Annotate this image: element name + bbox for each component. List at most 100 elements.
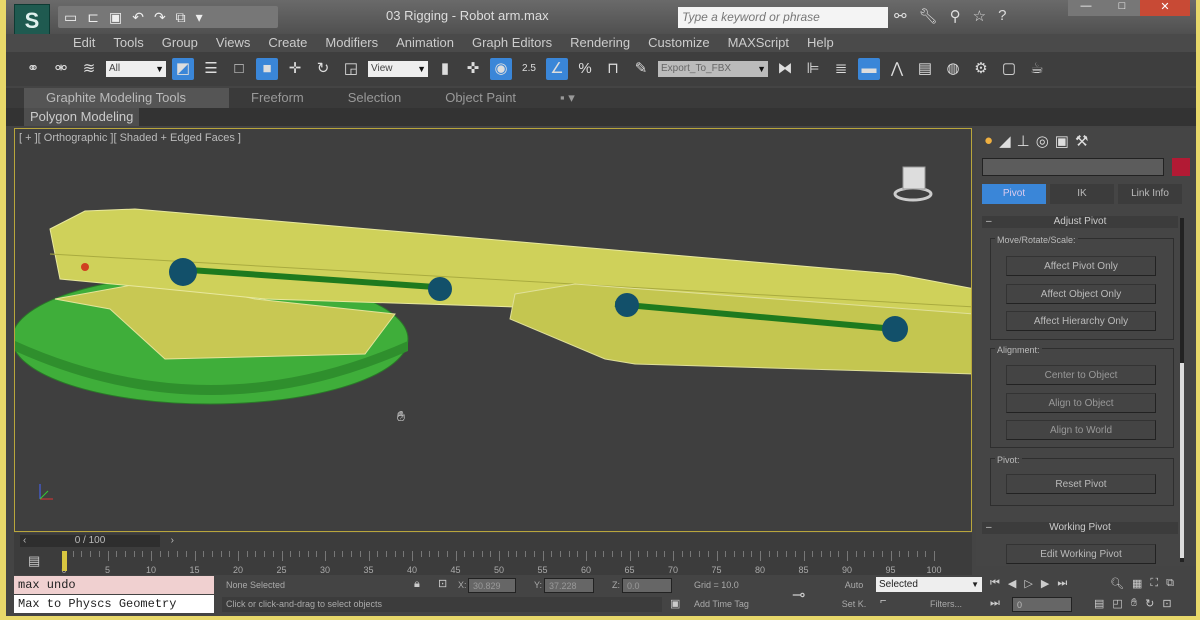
object-name-field[interactable] [982,158,1164,176]
snaps-toggle-icon[interactable]: 2.5 [518,58,540,80]
search-input[interactable]: Type a keyword or phrase [678,7,888,28]
next-key-icon[interactable]: ▶ [1041,577,1049,590]
time-configuration-icon[interactable]: ▤ [1094,597,1104,610]
maximize-viewport-icon[interactable]: ⊡ [1162,597,1171,610]
maxscript-listener-line[interactable]: max undo [14,576,214,594]
menu-group[interactable]: Group [153,34,207,52]
hierarchy-tab-icon[interactable]: ⊥ [1017,132,1030,150]
material-editor-icon[interactable]: ◍ [942,58,964,80]
customize-dropdown-icon[interactable]: ▾ [196,9,203,26]
menu-modifiers[interactable]: Modifiers [316,34,387,52]
time-slider-marker[interactable] [62,551,67,571]
utilities-tab-icon[interactable]: ⚒ [1075,132,1088,150]
z-coordinate-field[interactable]: 0.0 [622,578,672,593]
angle-snap-icon[interactable]: ∠ [546,58,568,80]
default-tangents-icon[interactable]: ⌐ [880,595,886,607]
center-to-object-button[interactable]: Center to Object [1006,365,1156,385]
timeline-ruler[interactable]: 0510152025303540455055606570758085909510… [61,551,944,575]
display-tab-icon[interactable]: ▣ [1055,132,1069,150]
help-icon[interactable]: ? [998,7,1006,25]
align-to-object-button[interactable]: Align to Object [1006,393,1156,413]
polygon-modeling-panel[interactable]: Polygon Modeling [24,108,140,126]
key-mode-toggle-icon[interactable]: ⏭ [990,597,1000,610]
project-folder-icon[interactable]: ⧉ [176,9,186,26]
key-filter-dropdown[interactable]: Selected [876,577,982,592]
render-teapot-icon[interactable]: ☕︎ [1026,58,1048,80]
menu-maxscript[interactable]: MAXScript [719,34,798,52]
link-info-subtab[interactable]: Link Info [1118,184,1182,204]
menu-tools[interactable]: Tools [104,34,152,52]
ribbon-options-icon[interactable]: ▪ ▾ [538,88,597,108]
zoom-icon[interactable]: 🔍︎ [1110,577,1124,590]
object-color-swatch[interactable] [1172,158,1190,176]
align-icon[interactable]: ⊫ [802,58,824,80]
menu-rendering[interactable]: Rendering [561,34,639,52]
rotate-icon[interactable]: ↻ [312,58,334,80]
open-file-icon[interactable]: ⊏ [87,9,99,26]
align-to-world-button[interactable]: Align to World [1006,420,1156,440]
current-frame-field[interactable]: 0 [1012,597,1072,612]
ik-subtab[interactable]: IK [1050,184,1114,204]
bind-space-warp-icon[interactable]: ≋ [78,58,100,80]
save-icon[interactable]: ▣ [109,9,122,26]
play-icon[interactable]: ▷ [1024,577,1032,590]
spinner-snap-icon[interactable]: ⊓ [602,58,624,80]
affect-pivot-only-button[interactable]: Affect Pivot Only [1006,256,1156,276]
viewport-orthographic[interactable]: [ + ][ Orthographic ][ Shaded + Edged Fa… [14,128,972,532]
menu-animation[interactable]: Animation [387,34,463,52]
wrench-icon[interactable]: 🔧︎ [919,7,938,25]
viewport-label[interactable]: [ + ][ Orthographic ][ Shaded + Edged Fa… [19,132,241,144]
absolute-mode-icon[interactable]: ⊡ [438,577,447,590]
percent-snap-icon[interactable]: % [574,58,596,80]
schematic-view-icon[interactable]: ▤ [914,58,936,80]
x-coordinate-field[interactable]: 30.829 [468,578,516,593]
move-icon[interactable]: ✛ [284,58,306,80]
selection-filter-dropdown[interactable]: All [106,61,166,77]
maxscript-listener-line[interactable]: Max to Physcs Geometry [14,595,214,613]
layer-manager-icon[interactable]: ≣ [830,58,852,80]
close-button[interactable]: ✕ [1140,0,1190,16]
zoom-all-icon[interactable]: ▦ [1132,577,1142,590]
previous-frame-icon[interactable]: ◀ [1008,577,1016,590]
tab-freeform[interactable]: Freeform [229,88,326,108]
set-key-button[interactable]: Set K. [832,597,872,612]
pan-icon[interactable]: ✋︎ [1131,597,1137,610]
command-panel-scrollbar[interactable] [1180,218,1184,562]
edit-named-selection-icon[interactable]: ✎ [630,58,652,80]
selection-lock-icon[interactable]: 🔒︎ [414,578,420,591]
maximize-button[interactable]: □ [1104,0,1140,16]
satellite-icon[interactable]: ⚲ [950,7,961,25]
edit-working-pivot-button[interactable]: Edit Working Pivot [1006,544,1156,564]
working-pivot-rollout[interactable]: – Working Pivot [982,522,1178,534]
modify-tab-icon[interactable]: ◢ [999,132,1011,150]
auto-key-button[interactable]: Auto [832,578,872,593]
pivot-center-icon[interactable]: ▮ [434,58,456,80]
star-icon[interactable]: ☆ [973,7,986,25]
time-slider[interactable]: ‹ 0 / 100 › [20,535,174,547]
unlink-icon[interactable]: ⚮ [50,58,72,80]
affect-object-only-button[interactable]: Affect Object Only [1006,284,1156,304]
scale-icon[interactable]: ◲ [340,58,362,80]
reset-pivot-button[interactable]: Reset Pivot [1006,474,1156,494]
menu-create[interactable]: Create [259,34,316,52]
go-to-end-icon[interactable]: ⏭ [1057,577,1067,590]
render-setup-icon[interactable]: ⚙ [970,58,992,80]
link-icon[interactable]: ⚭ [22,58,44,80]
curve-editor-icon[interactable]: ⋀ [886,58,908,80]
manipulate-icon[interactable]: ✜ [462,58,484,80]
orbit-icon[interactable]: ↻ [1145,597,1154,610]
new-file-icon[interactable]: ▭ [64,9,77,26]
zoom-extents-icon[interactable]: ⛶ [1150,577,1158,590]
affect-hierarchy-only-button[interactable]: Affect Hierarchy Only [1006,311,1156,331]
redo-icon[interactable]: ↷ [154,9,166,26]
minimize-button[interactable]: — [1068,0,1104,16]
mini-curve-editor-icon[interactable]: ▤ [28,553,40,569]
create-tab-icon[interactable]: ● [984,132,993,150]
menu-customize[interactable]: Customize [639,34,718,52]
menu-help[interactable]: Help [798,34,843,52]
app-menu-button[interactable]: S [14,4,50,36]
menu-edit[interactable]: Edit [64,34,104,52]
tab-selection[interactable]: Selection [326,88,423,108]
y-coordinate-field[interactable]: 37.228 [544,578,594,593]
adjust-pivot-rollout[interactable]: – Adjust Pivot [982,216,1178,228]
